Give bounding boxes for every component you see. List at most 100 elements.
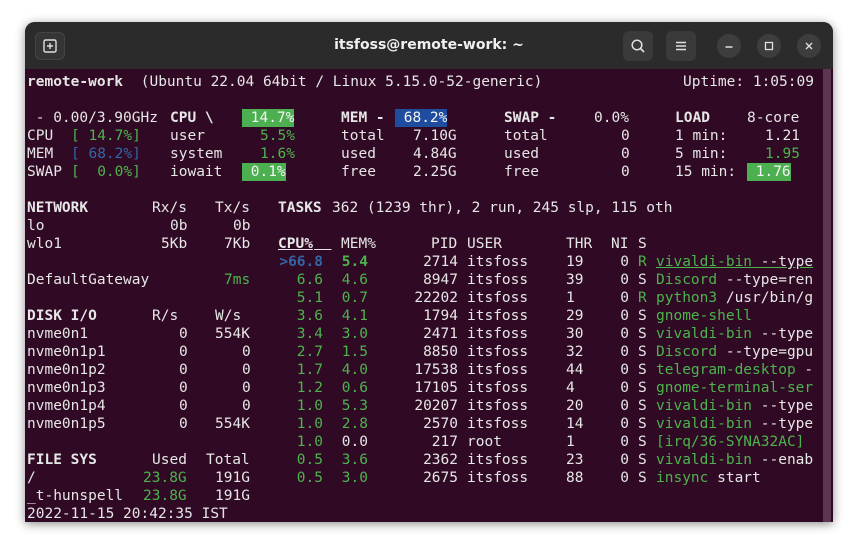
proc-command-name: gnome-terminal-ser bbox=[656, 380, 814, 396]
proc-cpu: 1.2 bbox=[296, 380, 323, 396]
proc-pid: 1794 bbox=[423, 308, 458, 324]
window-title: itsfoss@remote-work: ~ bbox=[334, 37, 524, 53]
proc-pid: 20207 bbox=[414, 398, 458, 414]
proc-command-name: vivaldi-bin bbox=[656, 398, 753, 414]
proc-state: S bbox=[638, 380, 647, 396]
proc-command-name: Discord bbox=[656, 344, 718, 360]
proc-header-cpu-underline bbox=[314, 235, 331, 253]
proc-ni: 0 bbox=[620, 254, 629, 270]
cpu-user-value: 5.5% bbox=[260, 128, 295, 144]
proc-command-args: --enab bbox=[752, 452, 814, 468]
proc-user: itsfoss bbox=[467, 470, 529, 486]
proc-command: gnome-terminal-ser bbox=[656, 379, 813, 397]
network-tx: 7Kb bbox=[224, 236, 251, 252]
proc-command-args: start bbox=[708, 470, 761, 486]
disk-write: 0 bbox=[242, 398, 251, 414]
disk-write: 0 bbox=[242, 380, 251, 396]
datetime: 2022-11-15 20:42:35 IST bbox=[27, 506, 228, 522]
mem-percent: 68.2% bbox=[395, 109, 448, 127]
network-iface: wlo1 bbox=[27, 236, 62, 252]
mem-total-label: total bbox=[341, 128, 385, 144]
proc-cpu: 5.1 bbox=[296, 290, 323, 306]
tasks-label: TASKS bbox=[278, 200, 322, 216]
swap-used-label: used bbox=[504, 146, 539, 162]
proc-pid: 22202 bbox=[414, 290, 458, 306]
proc-command: vivaldi-bin --type bbox=[656, 397, 813, 415]
filesys-used-header: Used bbox=[152, 452, 187, 468]
proc-command-name: vivaldi-bin bbox=[656, 416, 753, 432]
proc-command-name: [irq/36-SYNA32AC] bbox=[656, 434, 805, 450]
disk-read: 0 bbox=[179, 326, 188, 342]
load-cores: 8-core bbox=[747, 110, 800, 126]
proc-user: root bbox=[467, 434, 502, 450]
ql-swap-label: SWAP bbox=[27, 164, 62, 180]
load-title: LOAD bbox=[675, 110, 710, 126]
tasks-summary: 362 (1239 thr), 2 run, 245 slp, 115 oth bbox=[332, 200, 673, 216]
proc-mem: 1.5 bbox=[341, 344, 368, 360]
uptime: Uptime: 1:05:09 bbox=[683, 74, 814, 90]
proc-header-pid[interactable]: PID bbox=[431, 235, 457, 253]
proc-pid: 2362 bbox=[423, 452, 458, 468]
scrollbar[interactable] bbox=[823, 69, 831, 522]
proc-pid: 17538 bbox=[414, 362, 458, 378]
terminal-content[interactable]: remote-work (Ubuntu 22.04 64bit / Linux … bbox=[25, 69, 833, 522]
network-rx: 5Kb bbox=[161, 236, 188, 252]
proc-command-args: --type bbox=[752, 326, 814, 342]
proc-mem: 4.0 bbox=[341, 362, 368, 378]
proc-header-user[interactable]: USER bbox=[467, 235, 502, 253]
proc-command-name: telegram-desktop bbox=[656, 362, 796, 378]
proc-header-ni[interactable]: NI bbox=[611, 235, 628, 253]
proc-thr: 1 bbox=[566, 434, 575, 450]
menu-button[interactable] bbox=[666, 31, 696, 61]
proc-cpu: 0.5 bbox=[296, 452, 323, 468]
proc-cpu: 3.6 bbox=[296, 308, 323, 324]
disk-name: nvme0n1p2 bbox=[27, 362, 106, 378]
proc-command: Discord --type=ren bbox=[656, 271, 813, 289]
proc-command: Discord --type=gpu bbox=[656, 343, 813, 361]
proc-pid: 8947 bbox=[423, 272, 458, 288]
network-rx: 0b bbox=[170, 218, 188, 234]
disk-read: 0 bbox=[179, 362, 188, 378]
swap-percent: 0.0% bbox=[594, 110, 629, 126]
proc-header-thr[interactable]: THR bbox=[566, 235, 592, 253]
fs-total: 191G bbox=[215, 488, 250, 504]
proc-command-args: --type bbox=[752, 254, 814, 270]
os-info: (Ubuntu 22.04 64bit / Linux 5.15.0-52-ge… bbox=[132, 74, 543, 90]
proc-state: S bbox=[638, 272, 647, 288]
disk-read: 0 bbox=[179, 344, 188, 360]
disk-name: nvme0n1 bbox=[27, 326, 89, 342]
search-button[interactable] bbox=[623, 31, 653, 61]
ql-mem-label: MEM bbox=[27, 146, 54, 162]
proc-mem: 4.6 bbox=[341, 272, 368, 288]
disk-read: 0 bbox=[179, 398, 188, 414]
proc-ni: 0 bbox=[620, 290, 629, 306]
proc-cpu: 2.7 bbox=[296, 344, 323, 360]
fs-name: / bbox=[27, 470, 36, 486]
network-title: NETWORK bbox=[27, 200, 89, 216]
cpu-iowait-label: iowait bbox=[170, 164, 223, 180]
proc-mem: 3.0 bbox=[341, 326, 368, 342]
minimize-button[interactable] bbox=[717, 34, 741, 58]
fs-total: 191G bbox=[215, 470, 250, 486]
load-15min-value: 1.76 bbox=[747, 163, 791, 181]
proc-mem: 0.7 bbox=[341, 290, 368, 306]
proc-ni: 0 bbox=[620, 434, 629, 450]
cpu-percent: 14.7% bbox=[242, 109, 295, 127]
proc-user: itsfoss bbox=[467, 290, 529, 306]
proc-state: S bbox=[638, 308, 647, 324]
proc-state: S bbox=[638, 452, 647, 468]
cpu-system-value: 1.6% bbox=[260, 146, 295, 162]
mem-total-value: 7.10G bbox=[413, 128, 457, 144]
maximize-button[interactable] bbox=[757, 34, 781, 58]
swap-total-value: 0 bbox=[621, 128, 630, 144]
proc-header-s[interactable]: S bbox=[638, 235, 647, 253]
proc-command-name: gnome-shell bbox=[656, 308, 753, 324]
proc-user: itsfoss bbox=[467, 326, 529, 342]
cpu-title: CPU \ bbox=[170, 110, 214, 126]
proc-header-mem[interactable]: MEM% bbox=[341, 235, 376, 253]
proc-header-cpu[interactable]: CPU% bbox=[278, 235, 313, 253]
disk-read: 0 bbox=[179, 380, 188, 396]
proc-command: [irq/36-SYNA32AC] bbox=[656, 433, 804, 451]
proc-command-name: vivaldi-bin bbox=[656, 452, 753, 468]
close-button[interactable] bbox=[797, 34, 821, 58]
